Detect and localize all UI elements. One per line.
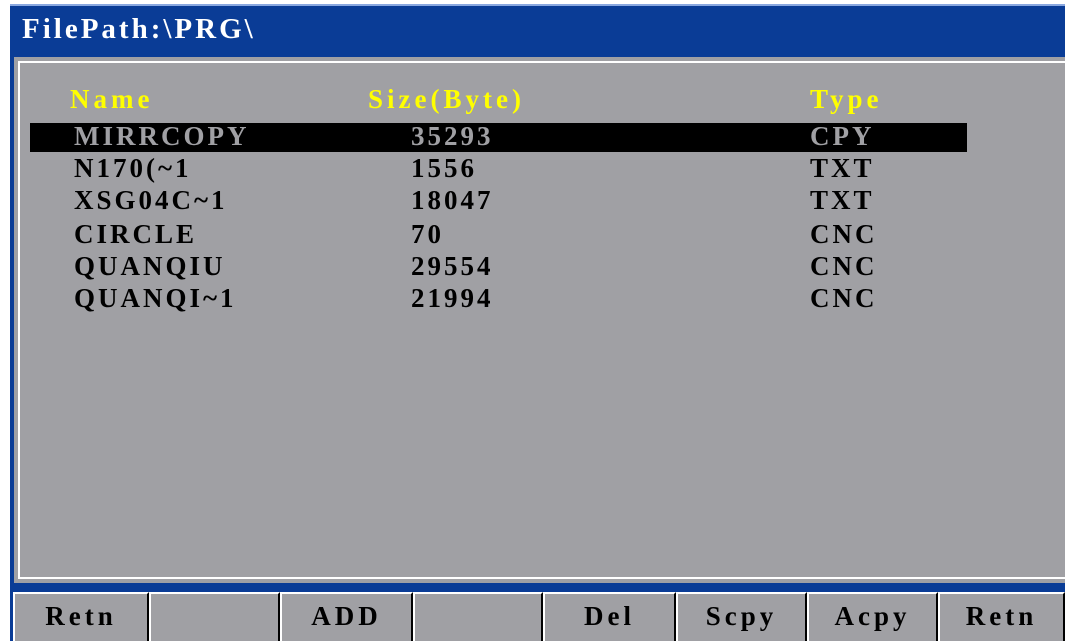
file-size: 70: [411, 219, 444, 249]
softkey-retn[interactable]: Retn: [13, 592, 149, 641]
file-type: TXT: [810, 153, 875, 183]
file-row[interactable]: N170(~1 1556 TXT: [30, 153, 967, 184]
column-header-size: Size(Byte): [368, 84, 525, 114]
title-bar: FilePath:\PRG\: [10, 4, 1065, 57]
file-size: 21994: [411, 283, 494, 313]
file-type: CPY: [810, 121, 875, 151]
file-name: QUANQIU: [74, 251, 226, 281]
file-name: XSG04C~1: [74, 185, 228, 215]
file-type: CNC: [810, 251, 878, 281]
file-size: 1556: [411, 153, 477, 183]
file-type: CNC: [810, 219, 878, 249]
file-name: MIRRCOPY: [74, 121, 250, 151]
file-row[interactable]: QUANQIU 29554 CNC: [30, 251, 967, 282]
file-name: N170(~1: [74, 153, 192, 183]
softkey-add[interactable]: ADD: [280, 592, 413, 641]
softkey-acpy[interactable]: Acpy: [807, 592, 938, 641]
column-header-type: Type: [810, 84, 883, 114]
softkey-del[interactable]: Del: [543, 592, 676, 641]
file-row[interactable]: CIRCLE 70 CNC: [30, 219, 967, 250]
file-size: 18047: [411, 185, 494, 215]
file-type: CNC: [810, 283, 878, 313]
softkey-blank-1[interactable]: [149, 592, 280, 641]
softkey-retn-2[interactable]: Retn: [938, 592, 1065, 641]
softkey-bar: Retn ADD Del Scpy Acpy Retn: [10, 583, 1065, 641]
file-row[interactable]: MIRRCOPY 35293 CPY: [30, 121, 967, 152]
file-name: QUANQI~1: [74, 283, 237, 313]
file-size: 29554: [411, 251, 494, 281]
file-row[interactable]: QUANQI~1 21994 CNC: [30, 283, 967, 314]
file-name: CIRCLE: [74, 219, 198, 249]
file-size: 35293: [411, 121, 494, 151]
file-path-title: FilePath:\PRG\: [22, 13, 256, 45]
softkey-scpy[interactable]: Scpy: [676, 592, 807, 641]
softkey-blank-2[interactable]: [413, 592, 543, 641]
file-type: TXT: [810, 185, 875, 215]
column-header-name: Name: [70, 84, 154, 114]
file-row[interactable]: XSG04C~1 18047 TXT: [30, 185, 967, 216]
cnc-file-manager-screen: FilePath:\PRG\ Name Size(Byte) Type MIRR…: [0, 0, 1065, 641]
